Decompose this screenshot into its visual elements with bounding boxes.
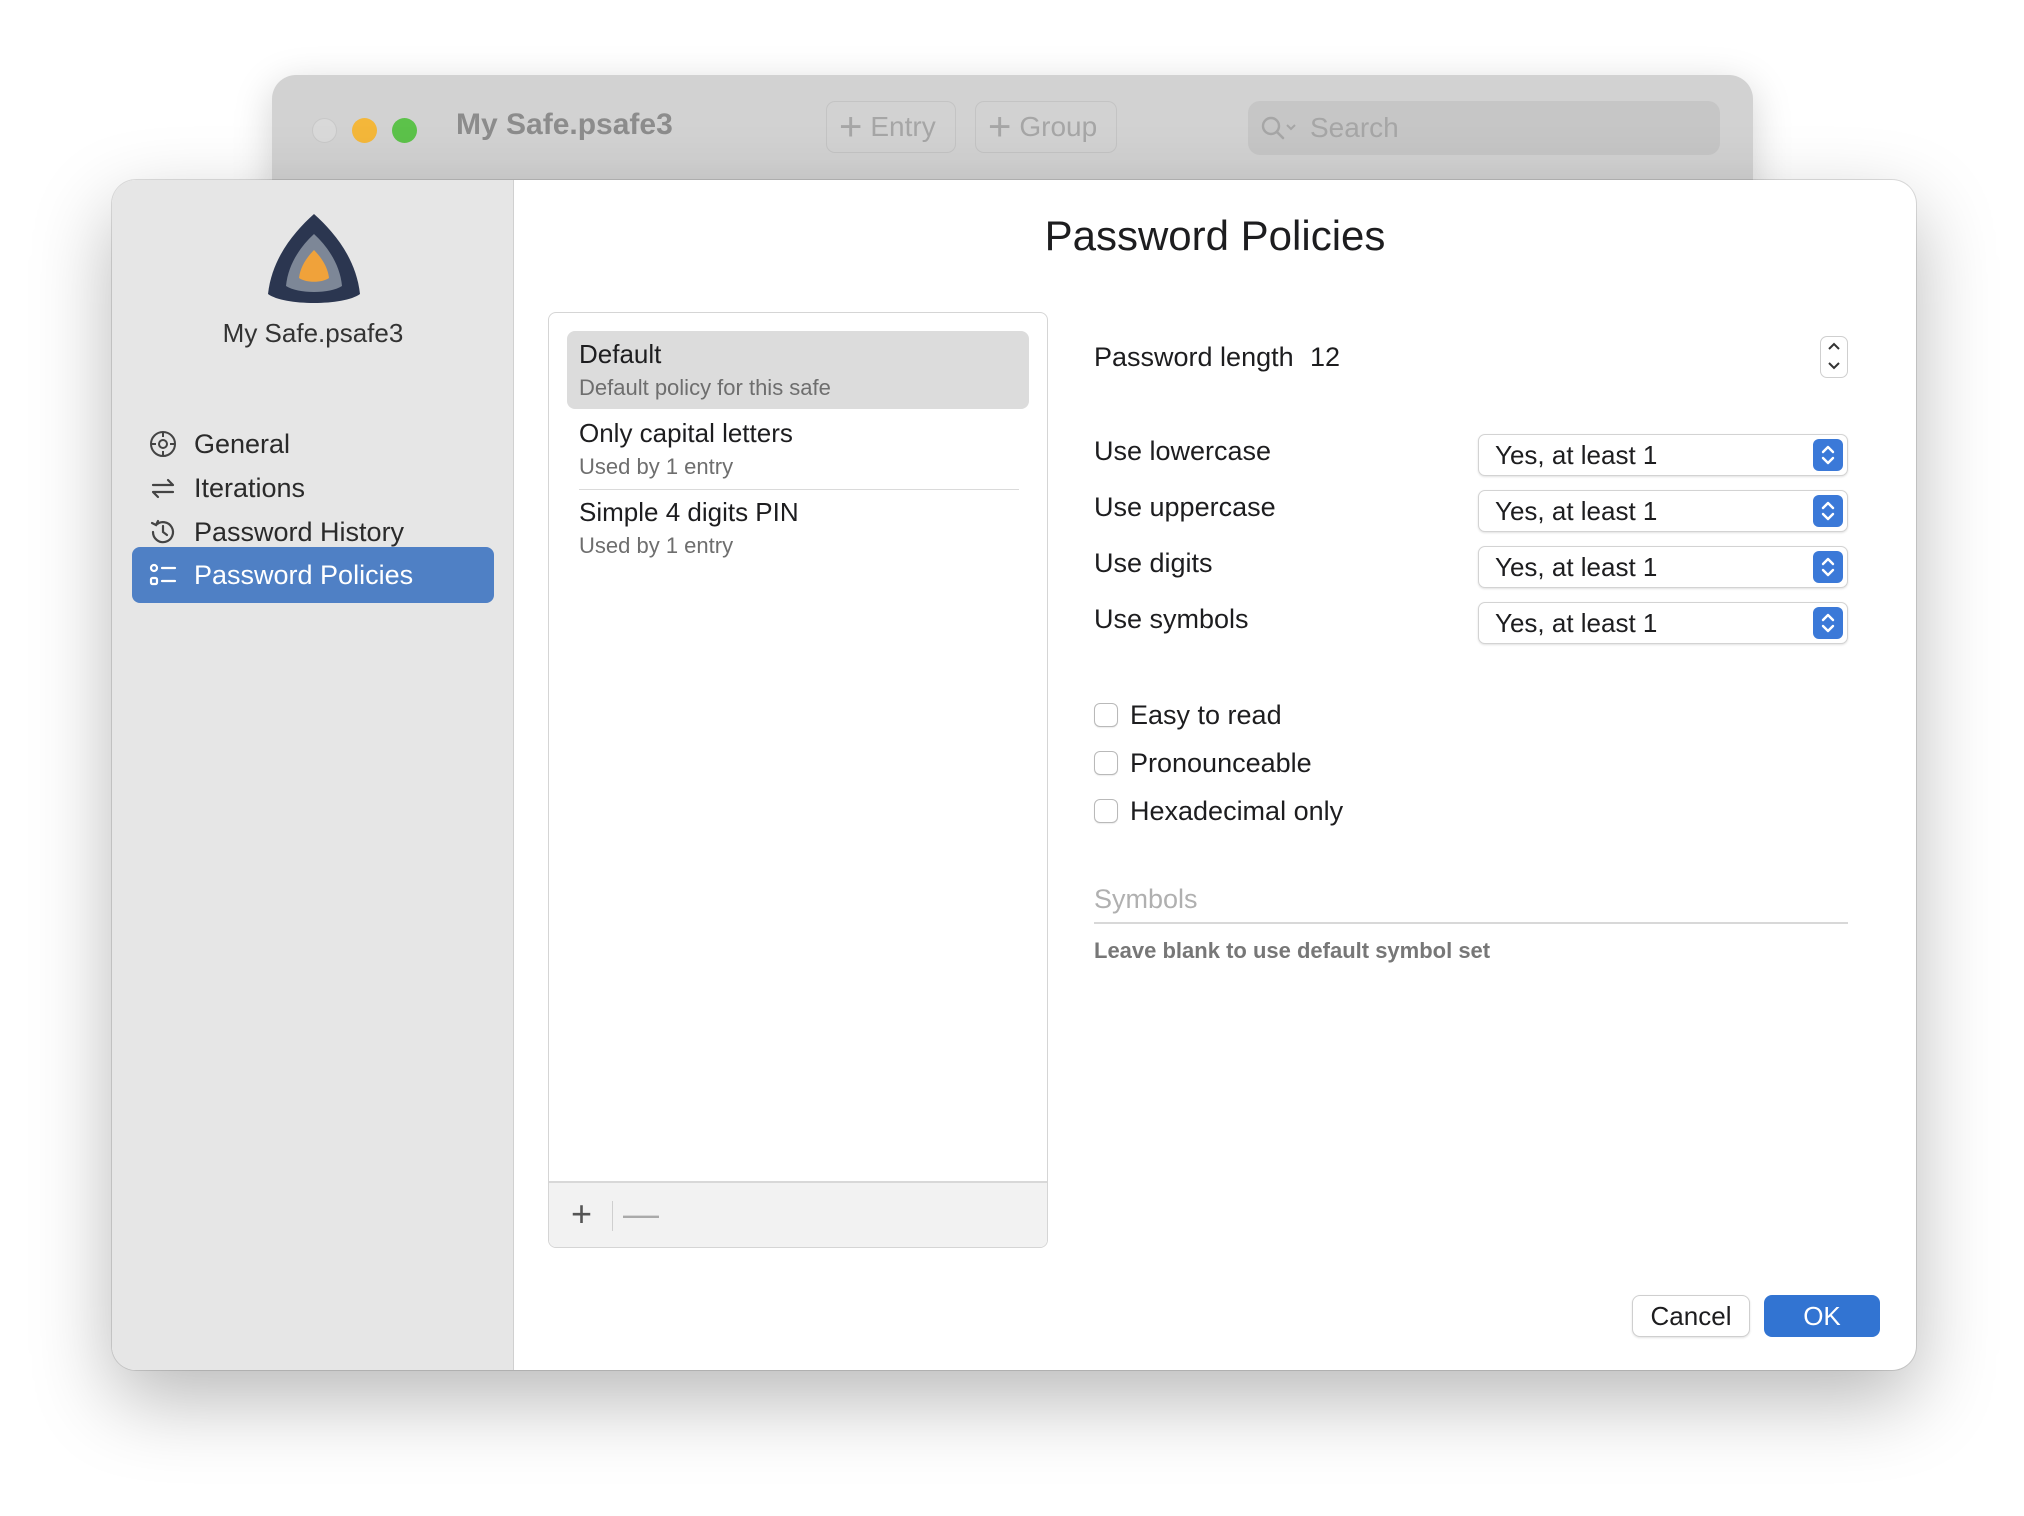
use-lowercase-select[interactable]: Yes, at least 1 xyxy=(1478,434,1848,476)
password-policies-dialog: My Safe.psafe3 General Iterations Passwo… xyxy=(112,180,1916,1370)
policy-name: Simple 4 digits PIN xyxy=(579,497,799,527)
policy-item-simple-pin[interactable]: Simple 4 digits PIN Used by 1 entry xyxy=(567,489,1029,567)
pronounceable-checkbox[interactable] xyxy=(1094,751,1118,775)
remove-policy-button[interactable]: — xyxy=(623,1193,659,1235)
hexadecimal-only-checkbox[interactable] xyxy=(1094,799,1118,823)
chevron-down-icon[interactable] xyxy=(1827,358,1841,376)
sidebar-item-label: General xyxy=(194,428,291,459)
cancel-button[interactable]: Cancel xyxy=(1632,1295,1750,1337)
gear-icon xyxy=(146,427,180,461)
use-symbols-select[interactable]: Yes, at least 1 xyxy=(1478,602,1848,644)
search-placeholder: Search xyxy=(1310,112,1399,143)
search-icon xyxy=(1260,115,1298,141)
select-value: Yes, at least 1 xyxy=(1495,496,1658,526)
app-logo xyxy=(264,210,364,310)
search-field[interactable]: Search xyxy=(1248,101,1720,155)
add-entry-button[interactable]: + Entry xyxy=(826,101,956,153)
use-symbols-label: Use symbols xyxy=(1094,604,1249,634)
policy-subtitle: Used by 1 entry xyxy=(579,533,734,558)
checkbox-label: Pronounceable xyxy=(1130,747,1312,778)
policy-subtitle: Used by 1 entry xyxy=(579,454,734,479)
policy-name: Default xyxy=(579,339,662,369)
add-group-label: Group xyxy=(1019,111,1098,142)
symbols-input[interactable]: Symbols xyxy=(1094,880,1848,924)
ok-button[interactable]: OK xyxy=(1764,1295,1880,1337)
window-zoom-button[interactable] xyxy=(392,118,417,143)
easy-to-read-checkbox[interactable] xyxy=(1094,703,1118,727)
page-title: Password Policies xyxy=(1044,212,1386,259)
policy-item-default[interactable]: Default Default policy for this safe xyxy=(567,331,1029,409)
updown-chevron-icon xyxy=(1813,495,1843,527)
sidebar-item-label: Password History xyxy=(194,516,405,547)
policy-name: Only capital letters xyxy=(579,418,793,448)
policy-list-footer: + — xyxy=(549,1181,1047,1247)
checkbox-label: Easy to read xyxy=(1130,699,1282,730)
window-title: My Safe.psafe3 xyxy=(456,108,673,141)
plus-icon: + xyxy=(839,105,863,149)
easy-to-read-option[interactable]: Easy to read xyxy=(1094,698,1282,732)
pronounceable-option[interactable]: Pronounceable xyxy=(1094,746,1312,780)
use-digits-select[interactable]: Yes, at least 1 xyxy=(1478,546,1848,588)
use-uppercase-label: Use uppercase xyxy=(1094,492,1276,522)
sidebar: My Safe.psafe3 General Iterations Passwo… xyxy=(112,180,514,1370)
password-length-label: Password length xyxy=(1094,342,1294,372)
add-policy-button[interactable]: + xyxy=(571,1193,592,1235)
use-uppercase-select[interactable]: Yes, at least 1 xyxy=(1478,490,1848,532)
sidebar-item-label: Password Policies xyxy=(194,559,414,590)
updown-chevron-icon xyxy=(1813,551,1843,583)
hexadecimal-only-option[interactable]: Hexadecimal only xyxy=(1094,794,1343,828)
divider xyxy=(612,1201,613,1231)
symbols-hint: Leave blank to use default symbol set xyxy=(1094,938,1491,963)
checkbox-label: Hexadecimal only xyxy=(1130,795,1344,826)
use-digits-label: Use digits xyxy=(1094,548,1213,578)
updown-chevron-icon xyxy=(1813,439,1843,471)
password-length-value[interactable]: 12 xyxy=(1310,342,1340,373)
add-group-button[interactable]: + Group xyxy=(975,101,1117,153)
select-value: Yes, at least 1 xyxy=(1495,552,1658,582)
checklist-icon xyxy=(146,558,180,592)
sidebar-item-label: Iterations xyxy=(194,472,306,503)
updown-chevron-icon xyxy=(1813,607,1843,639)
plus-icon: + xyxy=(988,105,1012,149)
add-entry-label: Entry xyxy=(870,111,936,142)
policy-list: Default Default policy for this safe Onl… xyxy=(548,312,1048,1248)
select-value: Yes, at least 1 xyxy=(1495,440,1658,470)
safe-name: My Safe.psafe3 xyxy=(222,318,404,348)
policy-subtitle: Default policy for this safe xyxy=(579,375,831,400)
chevron-up-icon[interactable] xyxy=(1827,338,1841,356)
history-icon xyxy=(146,515,180,549)
window-close-button[interactable] xyxy=(312,118,337,143)
sidebar-item-password-policies[interactable]: Password Policies xyxy=(132,547,494,603)
use-lowercase-label: Use lowercase xyxy=(1094,436,1272,466)
arrows-exchange-icon xyxy=(146,471,180,505)
select-value: Yes, at least 1 xyxy=(1495,608,1658,638)
window-minimize-button[interactable] xyxy=(352,118,377,143)
password-length-stepper[interactable] xyxy=(1820,336,1848,378)
policy-item-only-capital-letters[interactable]: Only capital letters Used by 1 entry xyxy=(567,410,1029,488)
